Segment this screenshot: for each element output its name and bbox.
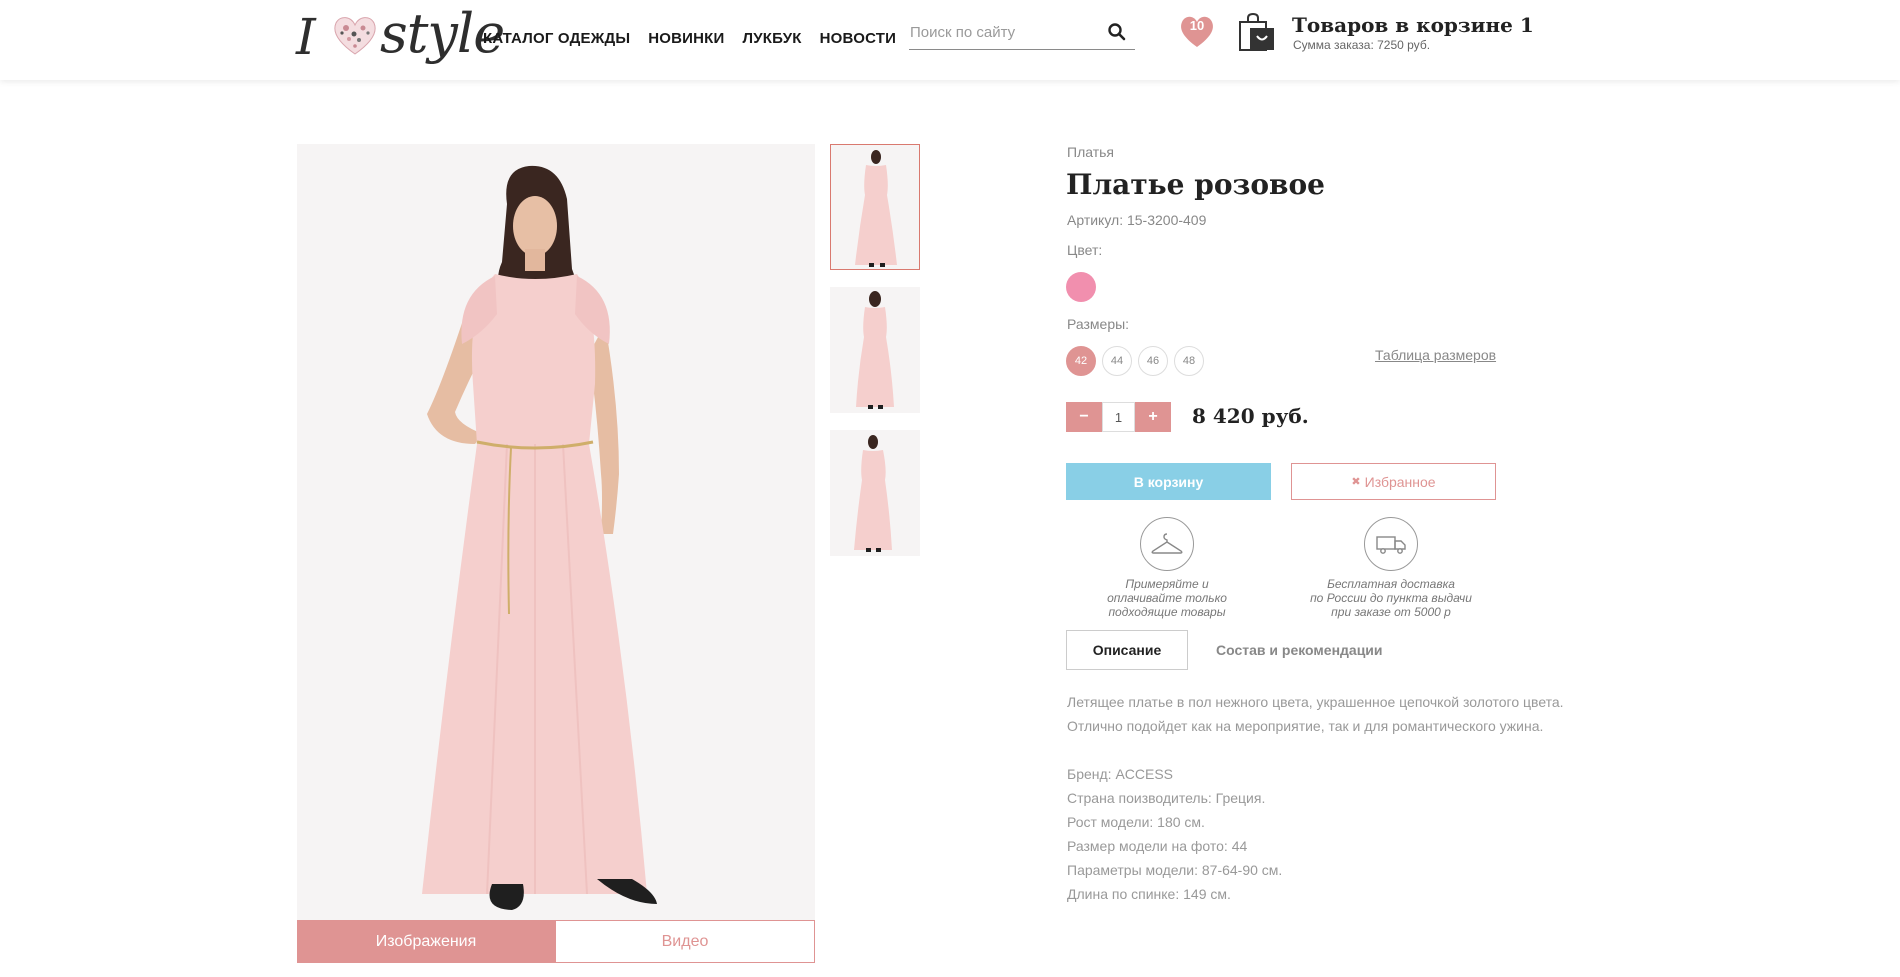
color-label: Цвет: (1067, 242, 1103, 258)
size-option-48[interactable]: 48 (1174, 346, 1204, 376)
feature-line: по России до пункта выдачи (1310, 591, 1472, 605)
tab-description[interactable]: Описание (1066, 630, 1188, 670)
tab-images[interactable]: Изображения (297, 920, 555, 963)
nav-item-new[interactable]: НОВИНКИ (648, 30, 724, 47)
product-price: 8 420 руб. (1192, 404, 1309, 428)
size-option-44[interactable]: 44 (1102, 346, 1132, 376)
product-category[interactable]: Платья (1067, 144, 1114, 160)
detail-line: Рост модели: 180 см. (1067, 814, 1205, 830)
search-box (909, 15, 1135, 50)
product-sku: Артикул: 15-3200-409 (1067, 212, 1207, 228)
hanger-icon (1151, 533, 1183, 554)
quantity-input[interactable]: 1 (1102, 402, 1135, 432)
feature-line: подходящие товары (1108, 605, 1226, 619)
feature-line: оплачивайте только (1107, 591, 1227, 605)
description-line: Летящее платье в пол нежного цвета, укра… (1067, 694, 1564, 710)
model-dress-image (297, 144, 815, 920)
thumbnail-3[interactable] (830, 430, 920, 556)
feature-line: Примеряйте и (1125, 577, 1209, 591)
product-description: Летящее платье в пол нежного цвета, укра… (1067, 690, 1587, 906)
delivery-truck-icon (1376, 536, 1406, 554)
favorites-count: 10 (1189, 18, 1205, 33)
cart-summary-sum: Сумма заказа: 7250 руб. (1293, 38, 1431, 52)
nav-item-news[interactable]: НОВОСТИ (820, 30, 896, 47)
detail-line: Страна поизводитель: Греция. (1067, 790, 1266, 806)
description-line: Отлично подойдет как на мероприятие, так… (1067, 718, 1544, 734)
detail-line: Размер модели на фото: 44 (1067, 838, 1248, 854)
detail-line: Параметры модели: 87-64-90 см. (1067, 862, 1283, 878)
size-option-46[interactable]: 46 (1138, 346, 1168, 376)
product-main-photo[interactable] (297, 144, 815, 920)
size-table-link[interactable]: Таблица размеров (1375, 347, 1496, 363)
tab-composition[interactable]: Состав и рекомендации (1188, 630, 1383, 670)
quantity-stepper: − 1 + (1066, 402, 1171, 432)
feature-try-on: Примеряйте и оплачивайте только подходящ… (1072, 517, 1262, 619)
thumbnail-image (830, 430, 920, 556)
add-to-cart-button[interactable]: В корзину (1066, 463, 1271, 500)
size-selector: 42 44 46 48 (1066, 346, 1204, 376)
favorites-button[interactable]: 10 (1178, 12, 1216, 50)
thumbnail-image (831, 145, 919, 269)
quantity-increase-button[interactable]: + (1135, 402, 1171, 432)
cart-summary-title[interactable]: Товаров в корзине 1 (1292, 13, 1534, 37)
search-icon[interactable] (1107, 22, 1127, 42)
product-info-tabs: Описание Состав и рекомендации (1066, 630, 1383, 670)
nav-item-catalog[interactable]: КАТАЛОГ ОДЕЖДЫ (483, 30, 630, 47)
site-header: I style КАТАЛОГ ОДЕЖДЫ НОВИНКИ ЛУКБУК НО… (0, 0, 1900, 80)
shopping-bag-icon[interactable] (1236, 12, 1276, 52)
sizes-label: Размеры: (1067, 316, 1130, 332)
feature-free-delivery: Бесплатная доставка по России до пункта … (1296, 517, 1486, 619)
size-option-42[interactable]: 42 (1066, 346, 1096, 376)
add-to-favorites-button[interactable]: ✖ Избранное (1291, 463, 1496, 500)
close-icon: ✖ (1351, 476, 1361, 488)
thumbnail-1[interactable] (830, 144, 920, 270)
detail-line: Длина по спинке: 149 см. (1067, 886, 1231, 902)
feature-icon-circle (1140, 517, 1194, 571)
favorites-button-label: Избранное (1364, 473, 1436, 490)
detail-line: Бренд: ACCESS (1067, 766, 1174, 782)
feature-text: Примеряйте и оплачивайте только подходящ… (1072, 577, 1262, 619)
main-nav: КАТАЛОГ ОДЕЖДЫ НОВИНКИ ЛУКБУК НОВОСТИ (483, 30, 896, 47)
gallery-tabs: Изображения Видео (297, 920, 815, 963)
thumbnail-image (830, 287, 920, 413)
site-logo[interactable]: I style (296, 2, 505, 78)
nav-item-lookbook[interactable]: ЛУКБУК (743, 30, 802, 47)
quantity-decrease-button[interactable]: − (1066, 402, 1102, 432)
color-swatch-pink[interactable] (1066, 272, 1096, 302)
feature-line: при заказе от 5000 р (1331, 605, 1451, 619)
product-title: Платье розовое (1066, 168, 1325, 201)
search-input[interactable] (910, 21, 1100, 43)
feature-text: Бесплатная доставка по России до пункта … (1296, 577, 1486, 619)
logo-heart-icon (334, 17, 376, 55)
feature-line: Бесплатная доставка (1327, 577, 1455, 591)
feature-icon-circle (1364, 517, 1418, 571)
tab-video[interactable]: Видео (555, 920, 815, 963)
thumbnail-2[interactable] (830, 287, 920, 413)
logo-letter-i: I (296, 8, 316, 66)
